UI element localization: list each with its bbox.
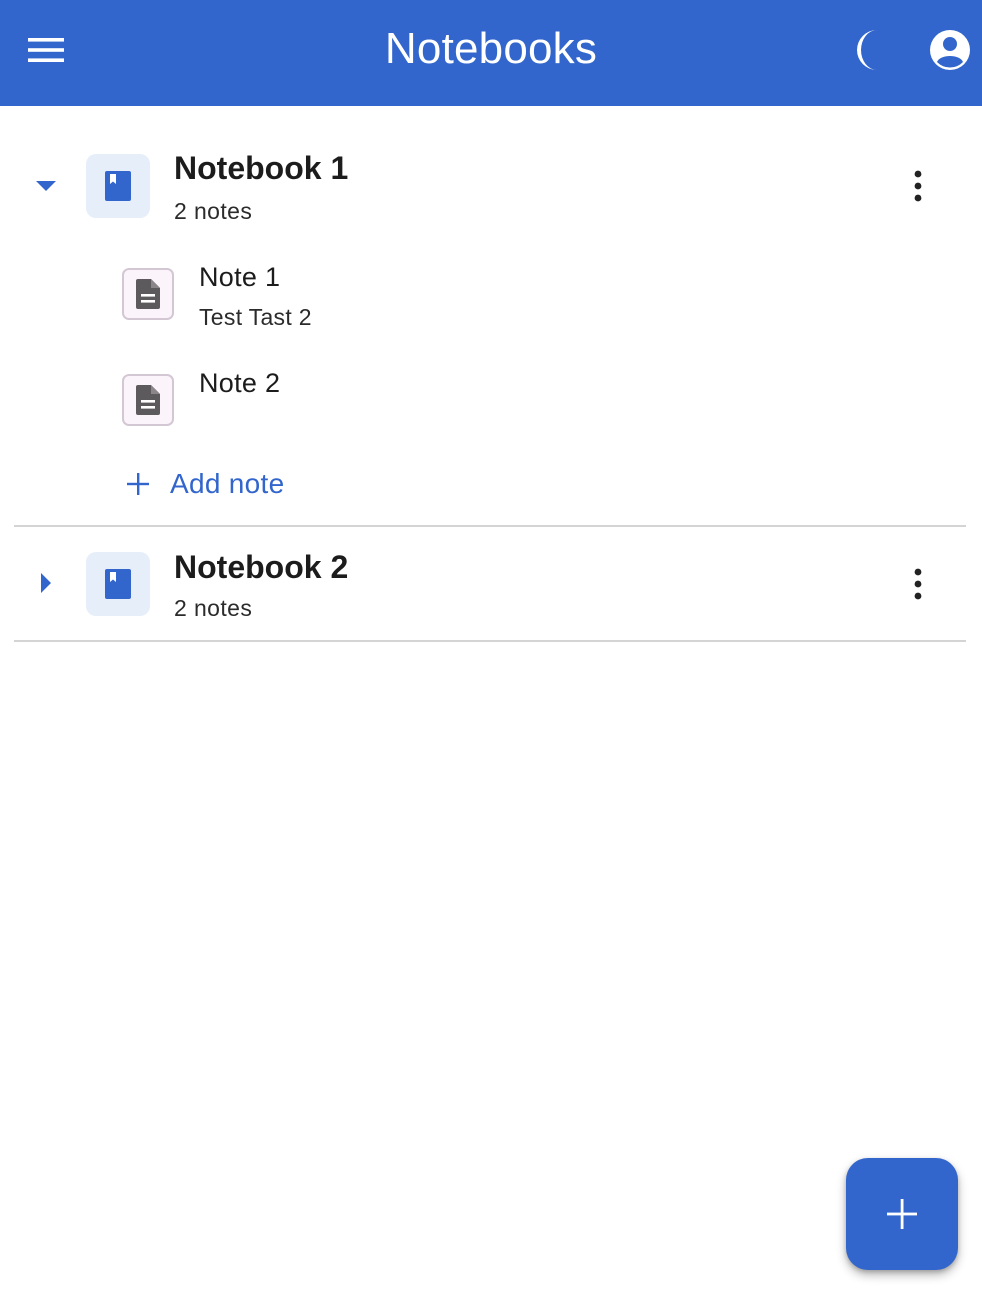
document-icon bbox=[136, 385, 160, 415]
notebook-title: Notebook 2 bbox=[174, 549, 349, 585]
book-icon bbox=[105, 171, 131, 201]
expand-button[interactable] bbox=[28, 565, 64, 601]
page-title: Notebooks bbox=[384, 24, 598, 73]
note-title: Note 1 bbox=[199, 262, 281, 292]
collapse-button[interactable] bbox=[28, 168, 64, 204]
notebook-title: Notebook 1 bbox=[174, 150, 349, 186]
notebook-avatar bbox=[86, 154, 150, 218]
more-vertical-icon bbox=[914, 568, 922, 600]
notebook-more-button[interactable] bbox=[894, 162, 942, 210]
add-note-button[interactable]: Add note bbox=[120, 462, 295, 506]
plus-icon bbox=[120, 466, 156, 502]
notebooks-screen: Notebooks Notebook 1 2 notes Note 1 Test… bbox=[0, 0, 982, 1290]
notebook-header[interactable]: Notebook 2 2 notes bbox=[14, 527, 966, 640]
notebook-avatar bbox=[86, 552, 150, 616]
add-note-label: Add note bbox=[170, 468, 285, 499]
document-icon bbox=[136, 279, 160, 309]
notebook-more-button[interactable] bbox=[894, 560, 942, 608]
note-title: Note 2 bbox=[199, 368, 281, 398]
note-item[interactable]: Note 2 bbox=[114, 364, 954, 464]
book-icon bbox=[105, 569, 131, 599]
note-item[interactable]: Note 1 Test Tast 2 bbox=[114, 258, 954, 358]
dark-mode-moon-icon bbox=[857, 30, 877, 70]
theme-toggle-button[interactable] bbox=[842, 22, 898, 78]
note-avatar bbox=[122, 268, 174, 320]
chevron-right-icon bbox=[41, 573, 51, 593]
notebook-item: Notebook 1 2 notes Note 1 Test Tast 2 No… bbox=[14, 106, 966, 527]
note-preview: Test Tast 2 bbox=[199, 304, 312, 330]
chevron-down-icon bbox=[36, 181, 56, 191]
notebook-item: Notebook 2 2 notes bbox=[14, 527, 966, 642]
notebook-note-count: 2 notes bbox=[174, 595, 253, 621]
add-notebook-fab[interactable] bbox=[846, 1158, 958, 1270]
notebook-note-count: 2 notes bbox=[174, 198, 253, 224]
more-vertical-icon bbox=[914, 170, 922, 202]
plus-icon bbox=[887, 1199, 917, 1229]
app-bar: Notebooks bbox=[0, 0, 982, 106]
account-button[interactable] bbox=[922, 22, 978, 78]
notebook-header[interactable]: Notebook 1 2 notes bbox=[14, 106, 966, 230]
account-circle-icon bbox=[930, 30, 970, 70]
note-avatar bbox=[122, 374, 174, 426]
